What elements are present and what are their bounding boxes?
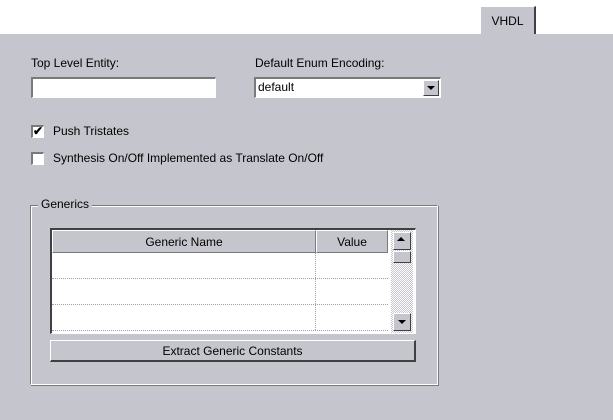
dropdown-button[interactable] (423, 80, 439, 96)
synthesis-translate-label: Synthesis On/Off Implemented as Translat… (53, 151, 324, 165)
chevron-down-icon (427, 86, 435, 90)
generic-value-cell[interactable] (316, 279, 388, 304)
generics-scrollbar[interactable] (391, 230, 413, 333)
scroll-down-button[interactable] (393, 313, 411, 331)
column-header-value[interactable]: Value (316, 230, 388, 253)
top-level-entity-label: Top Level Entity: (31, 56, 120, 70)
column-header-generic-name[interactable]: Generic Name (52, 230, 316, 253)
generics-grid: Generic Name Value (50, 228, 416, 334)
enum-encoding-value: default (258, 80, 295, 94)
generic-name-cell[interactable] (52, 279, 316, 304)
arrow-up-icon (397, 237, 405, 241)
generics-grid-header: Generic Name Value (52, 230, 388, 253)
scroll-up-button[interactable] (393, 232, 411, 250)
tab-vhdl-label: VHDL (491, 13, 524, 28)
generic-name-cell[interactable] (52, 253, 316, 278)
generic-value-cell[interactable] (316, 305, 388, 330)
generic-value-cell[interactable] (316, 253, 388, 278)
tab-vhdl[interactable]: VHDL (480, 6, 536, 34)
enum-encoding-label: Default Enum Encoding: (255, 56, 385, 70)
arrow-down-icon (398, 320, 406, 324)
generic-name-cell[interactable] (52, 305, 316, 330)
table-row[interactable] (52, 253, 388, 279)
top-level-entity-field-frame (31, 77, 216, 98)
table-row[interactable] (52, 305, 388, 331)
scroll-thumb[interactable] (393, 251, 411, 263)
top-level-entity-field[interactable] (33, 79, 215, 97)
enum-encoding-select[interactable]: default (254, 77, 441, 98)
extract-generic-constants-button[interactable]: Extract Generic Constants (50, 340, 416, 362)
vhdl-options-panel: Top Level Entity: Default Enum Encoding:… (0, 33, 613, 420)
push-tristates-checkbox[interactable]: ✔ (31, 124, 44, 138)
table-row[interactable] (52, 279, 388, 305)
synthesis-translate-checkbox[interactable] (31, 152, 44, 165)
checkmark-icon: ✔ (33, 124, 44, 138)
push-tristates-label: Push Tristates (53, 124, 130, 138)
generics-group-title: Generics (38, 197, 93, 211)
